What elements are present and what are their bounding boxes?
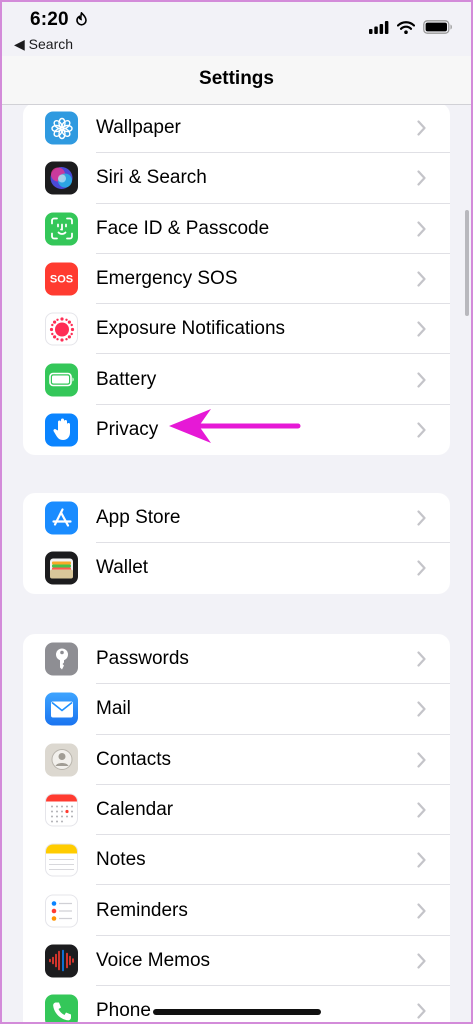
page-title: Settings [199,68,274,89]
scroll-indicator[interactable] [465,210,469,316]
row-label: Notes [96,849,146,871]
home-indicator[interactable] [153,1009,321,1015]
phone-icon [45,994,78,1024]
settings-row-phone[interactable]: Phone [23,986,450,1024]
row-label: Phone [96,1000,151,1022]
mail-icon [45,692,78,726]
status-bar: 6:20 ◀ Search [0,0,473,56]
voice-memos-icon [45,944,78,978]
row-label: Battery [96,368,157,390]
settings-row-notes[interactable]: Notes [23,835,450,886]
navigation-bar: Settings [0,56,473,105]
settings-list[interactable]: Wallpaper Siri & Search Face ID & Passco… [0,105,473,1024]
row-label: Wallpaper [96,117,181,139]
reminders-icon [45,894,78,928]
settings-row-app-store[interactable]: App Store [23,493,450,544]
chevron-right-icon [417,120,426,136]
row-label: Face ID & Passcode [96,217,270,239]
location-icon [76,12,87,26]
chevron-right-icon [417,903,426,919]
sos-icon-text: SOS [49,273,74,286]
settings-row-emergency-sos[interactable]: SOS Emergency SOS [23,254,450,305]
battery-status-icon [423,20,452,34]
battery-icon [45,363,78,397]
settings-group-apps: Passwords Mail Contacts Calendar Notes R… [23,634,450,1024]
system-status-icons [369,20,453,34]
chevron-right-icon [417,372,426,388]
settings-row-calendar[interactable]: Calendar [23,785,450,836]
row-label: Passwords [96,648,189,670]
chevron-right-icon [417,802,426,818]
chevron-right-icon [417,510,426,526]
key-icon [45,642,78,676]
row-label: Emergency SOS [96,268,238,290]
row-label: Privacy [96,418,159,440]
status-time: 6:20 [30,9,69,30]
chevron-right-icon [417,221,426,237]
chevron-right-icon [417,651,426,667]
settings-row-passwords[interactable]: Passwords [23,634,450,685]
wifi-icon [397,20,415,34]
wallpaper-icon [45,111,78,145]
app-store-icon [45,501,78,535]
chevron-right-icon [417,321,426,337]
settings-row-battery[interactable]: Battery [23,354,450,405]
chevron-right-icon [417,852,426,868]
chevron-right-icon [417,170,426,187]
contacts-icon [45,743,78,777]
row-label: Exposure Notifications [96,318,286,340]
calendar-icon [45,793,78,827]
row-label: Reminders [96,899,188,921]
row-label: Siri & Search [96,167,207,189]
settings-group-store: App Store Wallet [23,493,450,594]
pointer-arrow-annotation [169,409,301,443]
settings-row-exposure-notifications[interactable]: Exposure Notifications [23,304,450,355]
settings-row-voice-memos[interactable]: Voice Memos [23,936,450,987]
row-label: Contacts [96,748,171,770]
chevron-right-icon [417,560,426,577]
chevron-right-icon [417,752,426,768]
chevron-right-icon [417,422,426,438]
chevron-right-icon [417,953,426,969]
settings-group-system: Wallpaper Siri & Search Face ID & Passco… [23,105,450,456]
siri-icon [45,161,78,195]
chevron-right-icon [417,1003,426,1019]
settings-row-reminders[interactable]: Reminders [23,885,450,936]
row-label: App Store [96,507,181,529]
settings-row-face-id[interactable]: Face ID & Passcode [23,204,450,254]
row-label: Voice Memos [96,949,211,971]
row-label: Wallet [96,557,149,579]
settings-row-mail[interactable]: Mail [23,684,450,735]
row-label: Calendar [96,799,174,821]
chevron-right-icon [417,701,426,718]
row-label: Mail [96,698,131,720]
settings-row-siri-search[interactable]: Siri & Search [23,153,450,204]
settings-row-wallet[interactable]: Wallet [23,543,450,593]
wallet-icon [45,551,78,585]
settings-row-wallpaper[interactable]: Wallpaper [23,105,450,154]
face-id-icon [45,212,78,246]
chevron-right-icon [417,271,426,287]
back-to-search-link[interactable]: ◀ Search [14,36,73,53]
exposure-icon [45,312,78,346]
settings-row-contacts[interactable]: Contacts [23,735,450,785]
notes-icon [45,843,78,877]
sos-icon: SOS [45,262,78,296]
hand-icon [45,413,78,447]
cellular-signal-icon [369,20,389,34]
